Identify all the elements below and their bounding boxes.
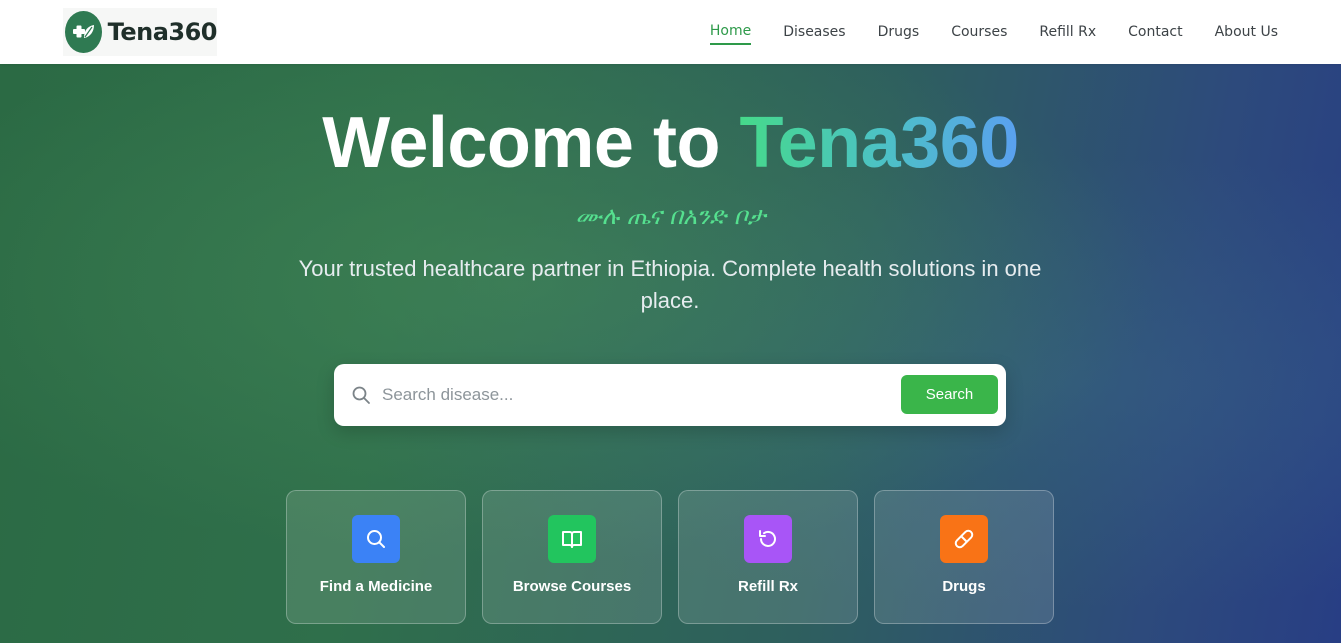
brand-logo-link[interactable]: Tena360 (63, 8, 218, 56)
nav-item-about-us: About Us (1215, 20, 1278, 44)
nav-link-about-us[interactable]: About Us (1215, 20, 1278, 44)
quick-actions: Find a Medicine Browse Courses Refill Rx (286, 490, 1054, 624)
nav-link-courses[interactable]: Courses (951, 20, 1007, 44)
disease-search-form: Search (334, 364, 1006, 426)
nav-link-home[interactable]: Home (709, 19, 752, 45)
pill-icon (940, 515, 988, 563)
nav-link-drugs[interactable]: Drugs (878, 20, 920, 44)
nav-item-diseases: Diseases (783, 20, 845, 44)
nav-link-contact[interactable]: Contact (1128, 20, 1182, 44)
search-button[interactable]: Search (901, 375, 998, 414)
brand-name: Tena360 (107, 18, 218, 46)
quick-action-label: Find a Medicine (319, 578, 433, 595)
quick-action-label: Drugs (942, 578, 986, 595)
hero-title: Welcome to Tena360 (0, 102, 1341, 184)
quick-action-refill-rx[interactable]: Refill Rx (678, 490, 858, 624)
hero-subtitle: Your trusted healthcare partner in Ethio… (298, 256, 1042, 313)
search-icon (352, 515, 400, 563)
leaf-cross-icon (65, 11, 102, 53)
book-open-icon (548, 515, 596, 563)
nav-link-diseases[interactable]: Diseases (783, 20, 845, 44)
search-icon (351, 385, 371, 405)
nav-item-contact: Contact (1128, 20, 1182, 44)
quick-action-find-medicine[interactable]: Find a Medicine (286, 490, 466, 624)
main-nav: Home Diseases Drugs Courses Refill Rx Co… (709, 0, 1278, 64)
hero-tagline-amharic: ሙሉ ጤና በአንድ ቦታ (575, 202, 766, 230)
refresh-icon (744, 515, 792, 563)
quick-action-drugs[interactable]: Drugs (874, 490, 1054, 624)
top-navbar: Tena360 Home Diseases Drugs Courses Refi… (0, 0, 1341, 64)
nav-item-refill-rx: Refill Rx (1039, 20, 1096, 44)
search-input[interactable] (382, 378, 882, 412)
quick-action-label: Refill Rx (737, 578, 798, 595)
quick-action-label: Browse Courses (512, 578, 632, 595)
nav-item-drugs: Drugs (878, 20, 920, 44)
hero-title-accent: Tena360 (739, 103, 1019, 183)
nav-item-courses: Courses (951, 20, 1007, 44)
nav-link-refill-rx[interactable]: Refill Rx (1039, 20, 1096, 44)
quick-action-browse-courses[interactable]: Browse Courses (482, 490, 662, 624)
hero-section: Welcome to Tena360 ሙሉ ጤና በአንድ ቦታ Your tr… (0, 64, 1341, 643)
hero-title-prefix: Welcome to (322, 103, 720, 183)
nav-item-home: Home (709, 19, 752, 45)
